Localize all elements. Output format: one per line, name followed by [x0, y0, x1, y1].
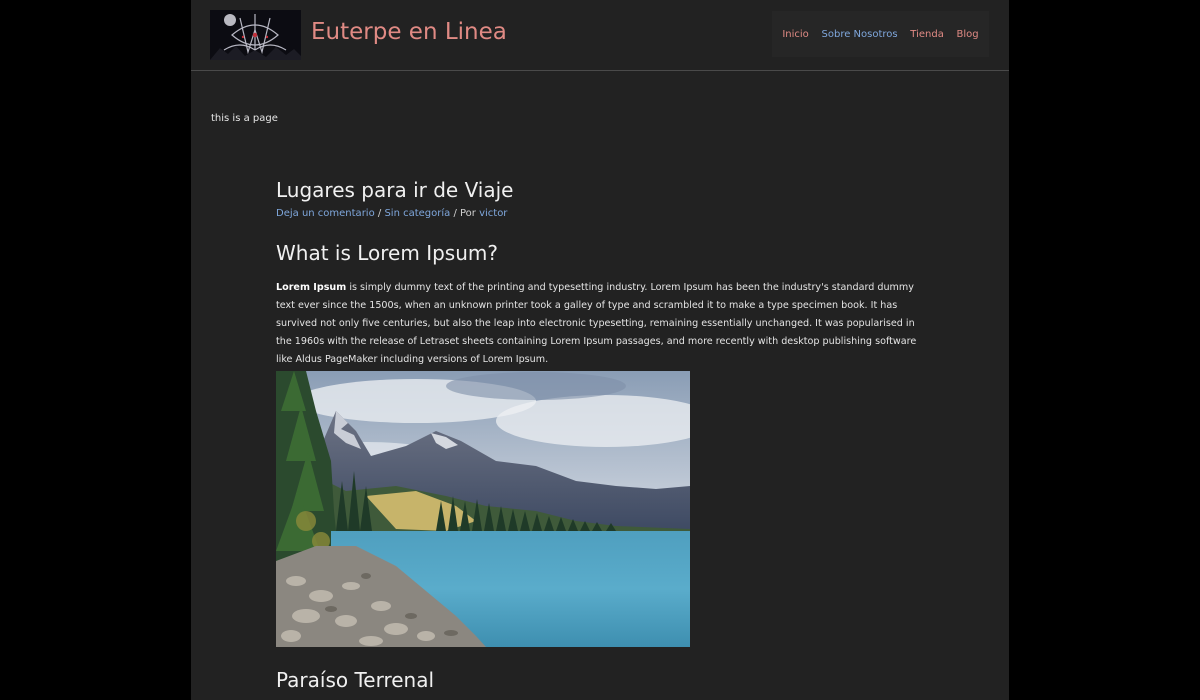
site-title[interactable]: Euterpe en Linea — [311, 19, 507, 45]
author-prefix: / Por — [450, 208, 480, 219]
category-link[interactable]: Sin categoría — [384, 208, 450, 219]
page-note: this is a page — [211, 113, 278, 124]
site-header: Euterpe en Linea Inicio Sobre Nosotros T… — [191, 0, 1009, 71]
nav-item-tienda[interactable]: Tienda — [910, 29, 944, 40]
gothic-logo-icon[interactable] — [210, 10, 301, 60]
post-paragraph: Lorem Ipsum is simply dummy text of the … — [276, 279, 926, 369]
mountain-lake-photo — [276, 371, 690, 647]
main-nav: Inicio Sobre Nosotros Tienda Blog — [772, 11, 989, 57]
section-heading: What is Lorem Ipsum? — [276, 241, 498, 265]
paragraph-text: is simply dummy text of the printing and… — [276, 282, 917, 365]
nav-item-inicio[interactable]: Inicio — [782, 29, 808, 40]
nav-item-sobre-nosotros[interactable]: Sobre Nosotros — [822, 29, 898, 40]
nav-item-blog[interactable]: Blog — [957, 29, 979, 40]
paragraph-bold: Lorem Ipsum — [276, 282, 347, 293]
post-title[interactable]: Lugares para ir de Viaje — [276, 178, 926, 202]
comment-link[interactable]: Deja un comentario — [276, 208, 375, 219]
subheading: Paraíso Terrenal — [276, 668, 435, 692]
page-container: Euterpe en Linea Inicio Sobre Nosotros T… — [191, 0, 1009, 700]
post-article: Lugares para ir de Viaje Deja un comenta… — [276, 178, 926, 692]
meta-separator: / — [374, 208, 385, 219]
post-meta: Deja un comentario / Sin categoría / Por… — [276, 208, 926, 219]
author-link[interactable]: victor — [479, 208, 507, 219]
